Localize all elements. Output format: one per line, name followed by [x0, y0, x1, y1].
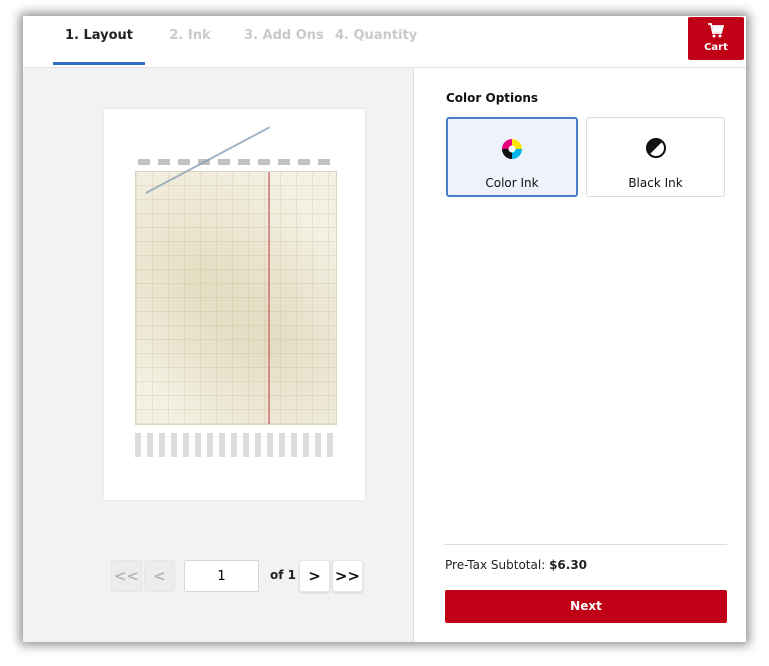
cmyk-color-icon: [502, 139, 522, 159]
chevron-left-icon: <: [153, 567, 166, 585]
last-page-button[interactable]: >>: [332, 560, 363, 592]
cart-button[interactable]: Cart: [688, 17, 744, 60]
print-order-window: 1. Layout 2. Ink 3. Add Ons 4. Quantity …: [23, 16, 746, 642]
tab-layout[interactable]: 1. Layout: [53, 16, 145, 65]
color-options-title: Color Options: [446, 91, 539, 105]
half-circle-black-icon: [646, 138, 666, 158]
next-button[interactable]: Next: [445, 590, 727, 623]
summary-divider: [444, 544, 727, 545]
black-ink-label: Black Ink: [628, 176, 683, 190]
color-ink-label: Color Ink: [485, 176, 539, 190]
topographic-map-image: [135, 126, 337, 425]
first-page-button[interactable]: <<: [111, 560, 142, 592]
previous-page-button[interactable]: <: [144, 560, 175, 592]
page-preview: [104, 109, 365, 500]
cart-icon: [708, 23, 724, 38]
double-chevron-left-icon: <<: [113, 567, 140, 585]
next-page-button[interactable]: >: [299, 560, 330, 592]
subtotal-value: $6.30: [549, 558, 588, 572]
page-count-label: of 1: [270, 568, 296, 582]
subtotal-label: Pre-Tax Subtotal:: [445, 558, 546, 572]
page-number-input[interactable]: [184, 560, 259, 592]
options-pane: Color Options Color Ink Black Ink Pre-Ta…: [414, 68, 746, 642]
step-tabs: 1. Layout 2. Ink 3. Add Ons 4. Quantity …: [23, 16, 746, 68]
black-ink-option[interactable]: Black Ink: [586, 117, 725, 197]
pre-tax-subtotal: Pre-Tax Subtotal: $6.30: [445, 558, 587, 572]
tab-quantity[interactable]: 4. Quantity: [335, 16, 417, 65]
double-chevron-right-icon: >>: [334, 567, 361, 585]
cart-label: Cart: [704, 42, 728, 53]
map-header-text: [138, 159, 333, 165]
color-ink-option[interactable]: Color Ink: [446, 117, 578, 197]
tab-add-ons[interactable]: 3. Add Ons: [244, 16, 324, 65]
tab-ink[interactable]: 2. Ink: [165, 16, 215, 65]
preview-pane: << < of 1 > >>: [23, 68, 414, 642]
map-legend: [135, 433, 335, 457]
chevron-right-icon: >: [308, 567, 321, 585]
